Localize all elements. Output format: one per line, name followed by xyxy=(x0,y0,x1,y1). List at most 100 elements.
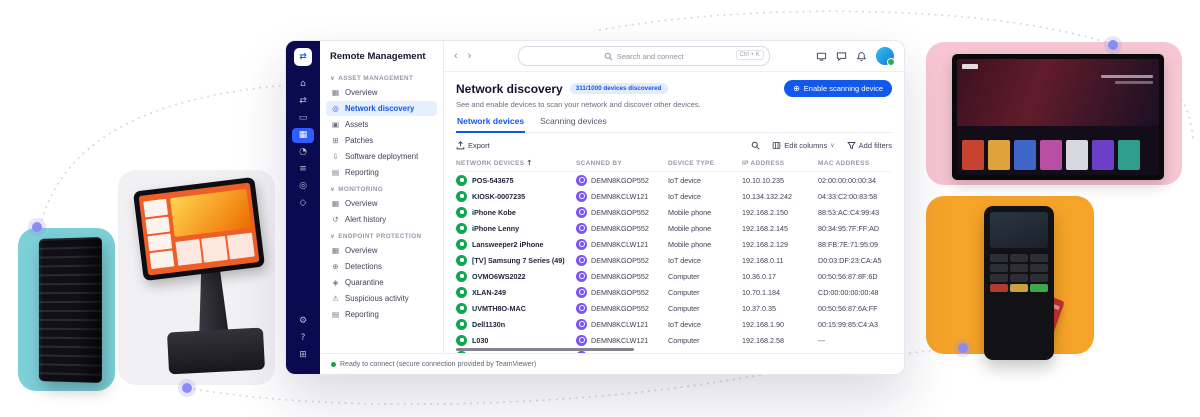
sidebar-item-reporting-asset[interactable]: ∨ ▤ Reporting xyxy=(326,165,437,180)
settings-icon[interactable]: ⚙ xyxy=(292,314,314,329)
device-type: Computer xyxy=(668,304,742,313)
scanned-by: DEMN8KGOP552 xyxy=(591,272,649,281)
sidebar-item-quarantine[interactable]: ∨ ◈ Quarantine xyxy=(326,275,437,290)
sidebar-item-reporting-endpoint[interactable]: ∨ ▤ Reporting xyxy=(326,307,437,322)
tabs: Network devices Scanning devices xyxy=(456,116,892,133)
avatar[interactable] xyxy=(876,47,894,65)
quarantine-icon: ◈ xyxy=(331,278,340,287)
device-icon xyxy=(456,175,467,186)
search-input[interactable]: Search and connect Ctrl + K xyxy=(518,46,770,66)
kiosk-screen-image xyxy=(133,177,265,281)
nav-label: Reporting xyxy=(345,168,379,177)
scanner-icon xyxy=(576,255,587,266)
column-network-devices[interactable]: NETWORK DEVICES ↑ xyxy=(456,159,576,167)
devices-icon[interactable]: ▭ xyxy=(292,111,314,126)
tab[interactable]: Network devices xyxy=(456,116,525,133)
sidebar-item-software-deployment[interactable]: ∨ ⇩ Software deployment xyxy=(326,149,437,164)
back-button[interactable]: ‹ xyxy=(454,51,458,62)
device-type: Computer xyxy=(668,272,742,281)
remote-management-icon[interactable]: ▦ xyxy=(292,128,314,143)
insights-icon[interactable]: ≡ xyxy=(292,162,314,177)
chat-icon[interactable] xyxy=(836,51,847,62)
table-row[interactable]: UVMTH8O-MAC DEMN8KGOP552 Computer 10.37.… xyxy=(456,300,892,316)
table-row[interactable]: KIOSK-0007235 DEMN8KCLW121 IoT device 10… xyxy=(456,188,892,204)
sidebar-item-overview-endpoint[interactable]: ∨ ▦ Overview xyxy=(326,243,437,258)
table-row[interactable]: L030 DEMN8KCLW121 Computer 192.168.2.58 … xyxy=(456,332,892,348)
sidebar-item-network-discovery[interactable]: ∨ ◎ Network discovery xyxy=(326,101,437,116)
scanned-by: DEMN8KGOP552 xyxy=(591,256,649,265)
table-row[interactable]: OVMO6WS2022 DEMN8KGOP552 Computer 10.36.… xyxy=(456,268,892,284)
icon-rail: ⇄ ⌂ ⇄ ▭ ▦ ◔ ≡ ◎ ◇ ⚙? ⊞ xyxy=(286,41,320,374)
notifications-icon[interactable] xyxy=(856,51,867,62)
nav-row[interactable]: ∨ ASSET MANAGEMENT xyxy=(330,75,433,82)
home-icon[interactable]: ⌂ xyxy=(292,77,314,92)
forward-button[interactable]: › xyxy=(468,51,472,62)
column-scanned-by[interactable]: SCANNED BY xyxy=(576,160,668,167)
table-row[interactable]: iPhone Kobe DEMN8KGOP552 Mobile phone 19… xyxy=(456,204,892,220)
sidebar-item-overview-asset[interactable]: ∨ ▦ Overview xyxy=(326,85,437,100)
scanner-icon xyxy=(576,335,587,346)
add-filters-button[interactable]: Add filters xyxy=(847,141,892,150)
table-row[interactable]: Dell1130n DEMN8KCLW121 IoT device 192.16… xyxy=(456,316,892,332)
support-icon[interactable]: ◎ xyxy=(292,179,314,194)
mac-address: 80:34:95:7F:FF:AD xyxy=(818,224,892,233)
nav-row[interactable]: ∨ MONITORING xyxy=(330,186,433,193)
device-name: L030 xyxy=(472,336,488,345)
device-icon xyxy=(456,271,467,282)
device-type: Computer xyxy=(668,352,742,354)
device-icon xyxy=(456,287,467,298)
sidebar-item-detections[interactable]: ∨ ⊕ Detections xyxy=(326,259,437,274)
enable-scanning-button[interactable]: ⊕ Enable scanning device xyxy=(784,80,892,97)
tab[interactable]: Scanning devices xyxy=(539,116,608,133)
mac-address: 88:53:AC:C4:99:43 xyxy=(818,208,892,217)
chevron-down-icon: ∨ xyxy=(330,186,335,193)
table-row[interactable]: [TV] Samsung 7 Series (49) DEMN8KGOP552 … xyxy=(456,252,892,268)
column-mac-address[interactable]: MAC ADDRESS xyxy=(818,160,892,167)
ip-address: 10.70.1.184 xyxy=(742,288,818,297)
connector-dot xyxy=(958,343,968,353)
apps-icon[interactable]: ⊞ xyxy=(292,348,314,363)
nav-label: Network discovery xyxy=(345,104,414,113)
teamviewer-logo[interactable]: ⇄ xyxy=(294,48,312,66)
sidebar-item-overview-monitoring[interactable]: ∨ ▦ Overview xyxy=(326,196,437,211)
table-row[interactable]: POS-543675 DEMN8KGOP552 IoT device 10.10… xyxy=(456,172,892,188)
mac-address: 00:50:56:87:8F:6D xyxy=(818,272,892,281)
ip-address: 10.37.0.35 xyxy=(742,304,818,313)
horizontal-scrollbar[interactable] xyxy=(456,348,634,351)
sidebar-item-suspicious-activity[interactable]: ∨ ⚠ Suspicious activity xyxy=(326,291,437,306)
ip-address: 192.168.2.129 xyxy=(742,240,818,249)
sidebar-item-patches[interactable]: ∨ ⊞ Patches xyxy=(326,133,437,148)
export-button[interactable]: Export xyxy=(456,141,490,150)
scanner-icon xyxy=(576,207,587,218)
nav-label: Overview xyxy=(345,199,378,208)
sidebar-item-assets[interactable]: ∨ ▣ Assets xyxy=(326,117,437,132)
edit-columns-button[interactable]: Edit columns ∨ xyxy=(772,141,834,150)
ip-address: 192.168.2.150 xyxy=(742,208,818,217)
monitoring-icon[interactable]: ◔ xyxy=(292,145,314,160)
reporting-icon: ▤ xyxy=(331,168,340,177)
meetings-icon[interactable]: ◇ xyxy=(292,196,314,211)
sort-asc-icon: ↑ xyxy=(526,159,532,167)
scanned-by: DEMN8KCLW121 xyxy=(591,320,648,329)
mac-address: 88:FB:7E:71:95:09 xyxy=(818,240,892,249)
search-placeholder: Search and connect xyxy=(617,52,684,61)
scanned-by: DEMN8KGOP552 xyxy=(591,288,649,297)
device-type: Mobile phone xyxy=(668,240,742,249)
nav-row[interactable]: ∨ ENDPOINT PROTECTION xyxy=(330,233,433,240)
sidebar-item-alert-history[interactable]: ∨ ↺ Alert history xyxy=(326,212,437,227)
table-search-button[interactable] xyxy=(751,141,760,150)
reporting-icon: ▤ xyxy=(331,310,340,319)
column-ip-address[interactable]: IP ADDRESS xyxy=(742,160,818,167)
sessions-icon[interactable] xyxy=(816,51,827,62)
table-row[interactable]: iPhone Lenny DEMN8KGOP552 Mobile phone 1… xyxy=(456,220,892,236)
scanner-icon xyxy=(576,287,587,298)
help-icon[interactable]: ? xyxy=(292,331,314,346)
column-device-type[interactable]: DEVICE TYPE xyxy=(668,160,742,167)
table-row[interactable]: XLAN-249 DEMN8KGOP552 Computer 10.70.1.1… xyxy=(456,284,892,300)
table-row[interactable]: Lansweeper2 iPhone DEMN8KCLW121 Mobile p… xyxy=(456,236,892,252)
table-toolbar: Export xyxy=(456,134,892,156)
connections-icon[interactable]: ⇄ xyxy=(292,94,314,109)
mac-address: CD:00:00:00:00:48 xyxy=(818,288,892,297)
mac-address: 02:00:00:00:00:34 xyxy=(818,176,892,185)
scanner-icon xyxy=(576,239,587,250)
